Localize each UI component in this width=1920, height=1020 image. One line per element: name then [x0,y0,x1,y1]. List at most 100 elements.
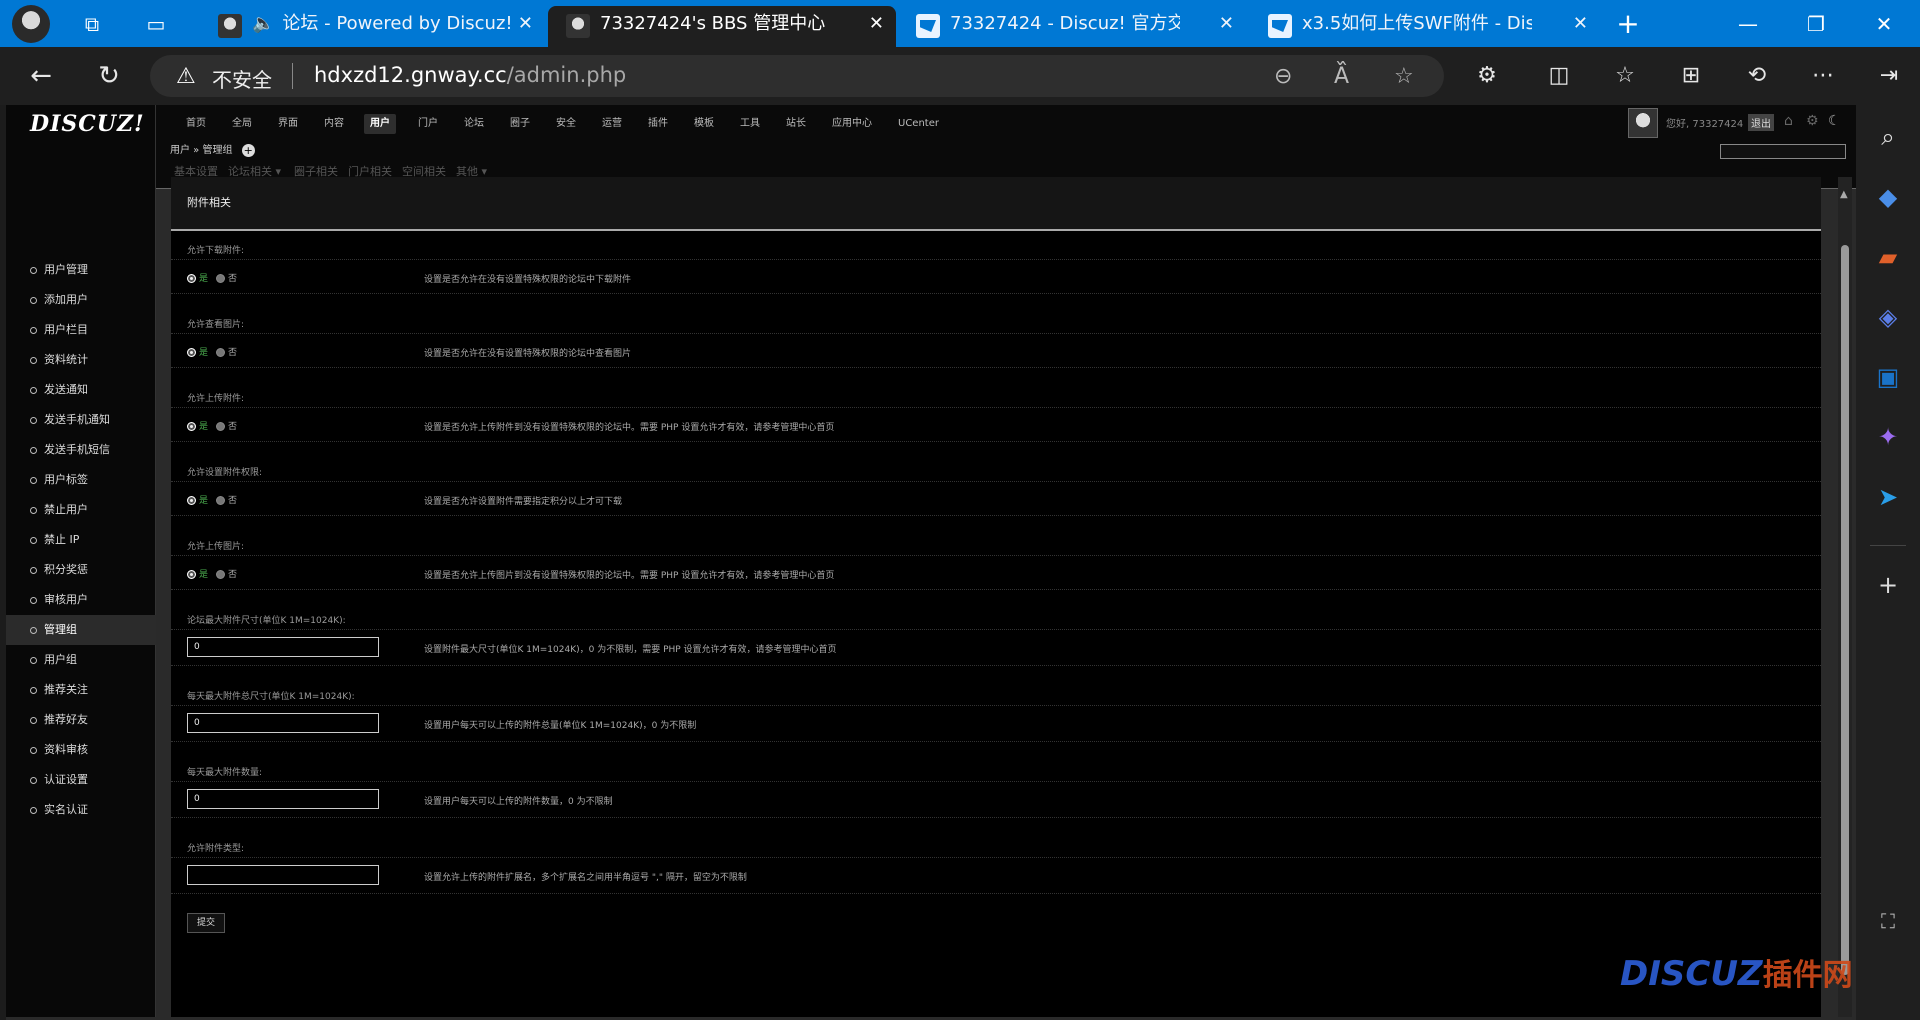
refresh-icon[interactable]: ↻ [92,59,126,93]
sidebar-item[interactable]: 资料统计 [6,345,156,375]
sidebar-item[interactable]: 发送手机通知 [6,405,156,435]
top-nav-item[interactable]: 论坛 [458,114,490,134]
moon-icon[interactable]: ☾ [1828,113,1841,129]
search-icon[interactable]: ⌕ [1872,121,1904,153]
profile-avatar[interactable] [12,5,50,43]
sidebar-item[interactable]: 推荐好友 [6,705,156,735]
close-icon[interactable]: ✕ [1219,6,1234,42]
new-tab-icon[interactable]: + [1614,10,1642,38]
top-nav-item[interactable]: 全局 [226,114,258,134]
setting-input[interactable]: 0 [187,713,379,733]
radio-no[interactable] [216,570,226,579]
scrollbar[interactable]: ▲ [1838,177,1852,1017]
sidebar-item[interactable]: 禁止 IP [6,525,156,555]
add-icon[interactable]: + [1872,569,1904,601]
vertical-tabs-icon[interactable]: ▭ [142,10,170,38]
shopping-tag-icon[interactable]: ◆ [1872,181,1904,213]
radio-no[interactable] [216,348,226,357]
minimize-icon[interactable]: — [1728,6,1768,42]
radio-no-label[interactable]: 否 [228,496,237,506]
radio-no[interactable] [216,422,226,431]
sidebar-item[interactable]: 用户管理 [6,255,156,285]
top-nav-item[interactable]: 插件 [642,114,674,134]
radio-no[interactable] [216,496,226,505]
speaker-icon[interactable]: 🔈 [252,13,274,34]
avatar[interactable] [1628,108,1658,138]
top-nav-item[interactable]: 用户 [364,114,396,134]
radio-no-label[interactable]: 否 [228,422,237,432]
gear-icon[interactable]: ⚙ [1806,113,1819,129]
sidebar-item[interactable]: 资料审核 [6,735,156,765]
radio-yes[interactable] [187,348,196,357]
sidebar-item[interactable]: 发送通知 [6,375,156,405]
close-icon[interactable]: ✕ [518,6,533,42]
outlook-icon[interactable]: ▣ [1872,361,1904,393]
top-nav-item[interactable]: 站长 [780,114,812,134]
tab-discuz-community[interactable]: 73327424 - Discuz! 官方交流社 ✕ [898,6,1246,47]
radio-yes-label[interactable]: 是 [199,348,208,358]
sidebar-item[interactable]: 禁止用户 [6,495,156,525]
radio-no-label[interactable]: 否 [228,348,237,358]
radio-yes-label[interactable]: 是 [199,570,208,580]
sidebar-item[interactable]: 用户栏目 [6,315,156,345]
copilot-icon[interactable]: ◈ [1872,301,1904,333]
collections-icon[interactable]: ⊞ [1674,59,1708,93]
back-icon[interactable]: ← [24,59,58,93]
sidebar-item[interactable]: 用户标签 [6,465,156,495]
top-nav-item[interactable]: 应用中心 [826,114,878,134]
read-aloud-icon[interactable]: A᷈ [1334,64,1349,89]
address-bar[interactable]: ⚠ 不安全 hdxzd12.gnway.cc/admin.php ⊖ A᷈ ☆ [150,55,1444,97]
radio-no[interactable] [216,274,226,283]
search-input[interactable] [1720,144,1846,159]
split-screen-icon[interactable]: ◫ [1542,59,1576,93]
top-nav-item[interactable]: 圈子 [504,114,536,134]
top-nav-item[interactable]: UCenter [892,114,945,134]
sidebar-item[interactable]: 用户组 [6,645,156,675]
top-nav-item[interactable]: 门户 [412,114,444,134]
sidebar-item[interactable]: 推荐关注 [6,675,156,705]
url-text[interactable]: hdxzd12.gnway.cc/admin.php [314,63,626,87]
top-nav-item[interactable]: 内容 [318,114,350,134]
favorite-star-icon[interactable]: ☆ [1394,64,1414,89]
more-icon[interactable]: ⋯ [1806,59,1840,93]
setting-input[interactable]: 0 [187,637,379,657]
close-icon[interactable]: ✕ [869,6,884,42]
radio-yes[interactable] [187,496,196,505]
setting-input[interactable] [187,865,379,885]
sidebar-item[interactable]: 认证设置 [6,765,156,795]
window-close-icon[interactable]: ✕ [1864,6,1904,42]
discuz-logo[interactable]: DISCUZ! [30,111,145,137]
radio-yes-label[interactable]: 是 [199,496,208,506]
send-icon[interactable]: ➤ [1872,481,1904,513]
radio-yes[interactable] [187,274,196,283]
radio-no-label[interactable]: 否 [228,274,237,284]
top-nav-item[interactable]: 运营 [596,114,628,134]
restore-icon[interactable]: ❐ [1796,6,1836,42]
sidebar-item[interactable]: 管理组 [6,615,156,645]
radio-yes-label[interactable]: 是 [199,422,208,432]
scroll-up-icon[interactable]: ▲ [1840,189,1848,200]
radio-yes[interactable] [187,422,196,431]
radio-yes[interactable] [187,570,196,579]
games-icon[interactable]: ✦ [1872,421,1904,453]
close-icon[interactable]: ✕ [1573,6,1588,42]
history-icon[interactable]: ⟲ [1740,59,1774,93]
sidebar-toggle-icon[interactable]: ⇥ [1872,59,1906,93]
sidebar-item[interactable]: 积分奖惩 [6,555,156,585]
warning-icon[interactable]: ⚠ [176,64,196,89]
setting-input[interactable]: 0 [187,789,379,809]
tab-swf-question[interactable]: x3.5如何上传SWF附件 - Discuz ✕ [1250,6,1600,47]
zoom-out-icon[interactable]: ⊖ [1274,64,1292,89]
top-nav-item[interactable]: 首页 [180,114,212,134]
security-label[interactable]: 不安全 [212,64,272,93]
sidebar-item[interactable]: 实名认证 [6,795,156,825]
top-nav-item[interactable]: 界面 [272,114,304,134]
top-nav-item[interactable]: 安全 [550,114,582,134]
add-shortcut-icon[interactable]: + [241,143,255,157]
scrollbar-thumb[interactable] [1841,245,1849,975]
radio-no-label[interactable]: 否 [228,570,237,580]
top-nav-item[interactable]: 模板 [688,114,720,134]
extensions-icon[interactable]: ⚙ [1470,59,1504,93]
tab-forum[interactable]: 🔈 论坛 - Powered by Discuz! ✕ [200,6,545,47]
tools-briefcase-icon[interactable]: ▰ [1872,241,1904,273]
